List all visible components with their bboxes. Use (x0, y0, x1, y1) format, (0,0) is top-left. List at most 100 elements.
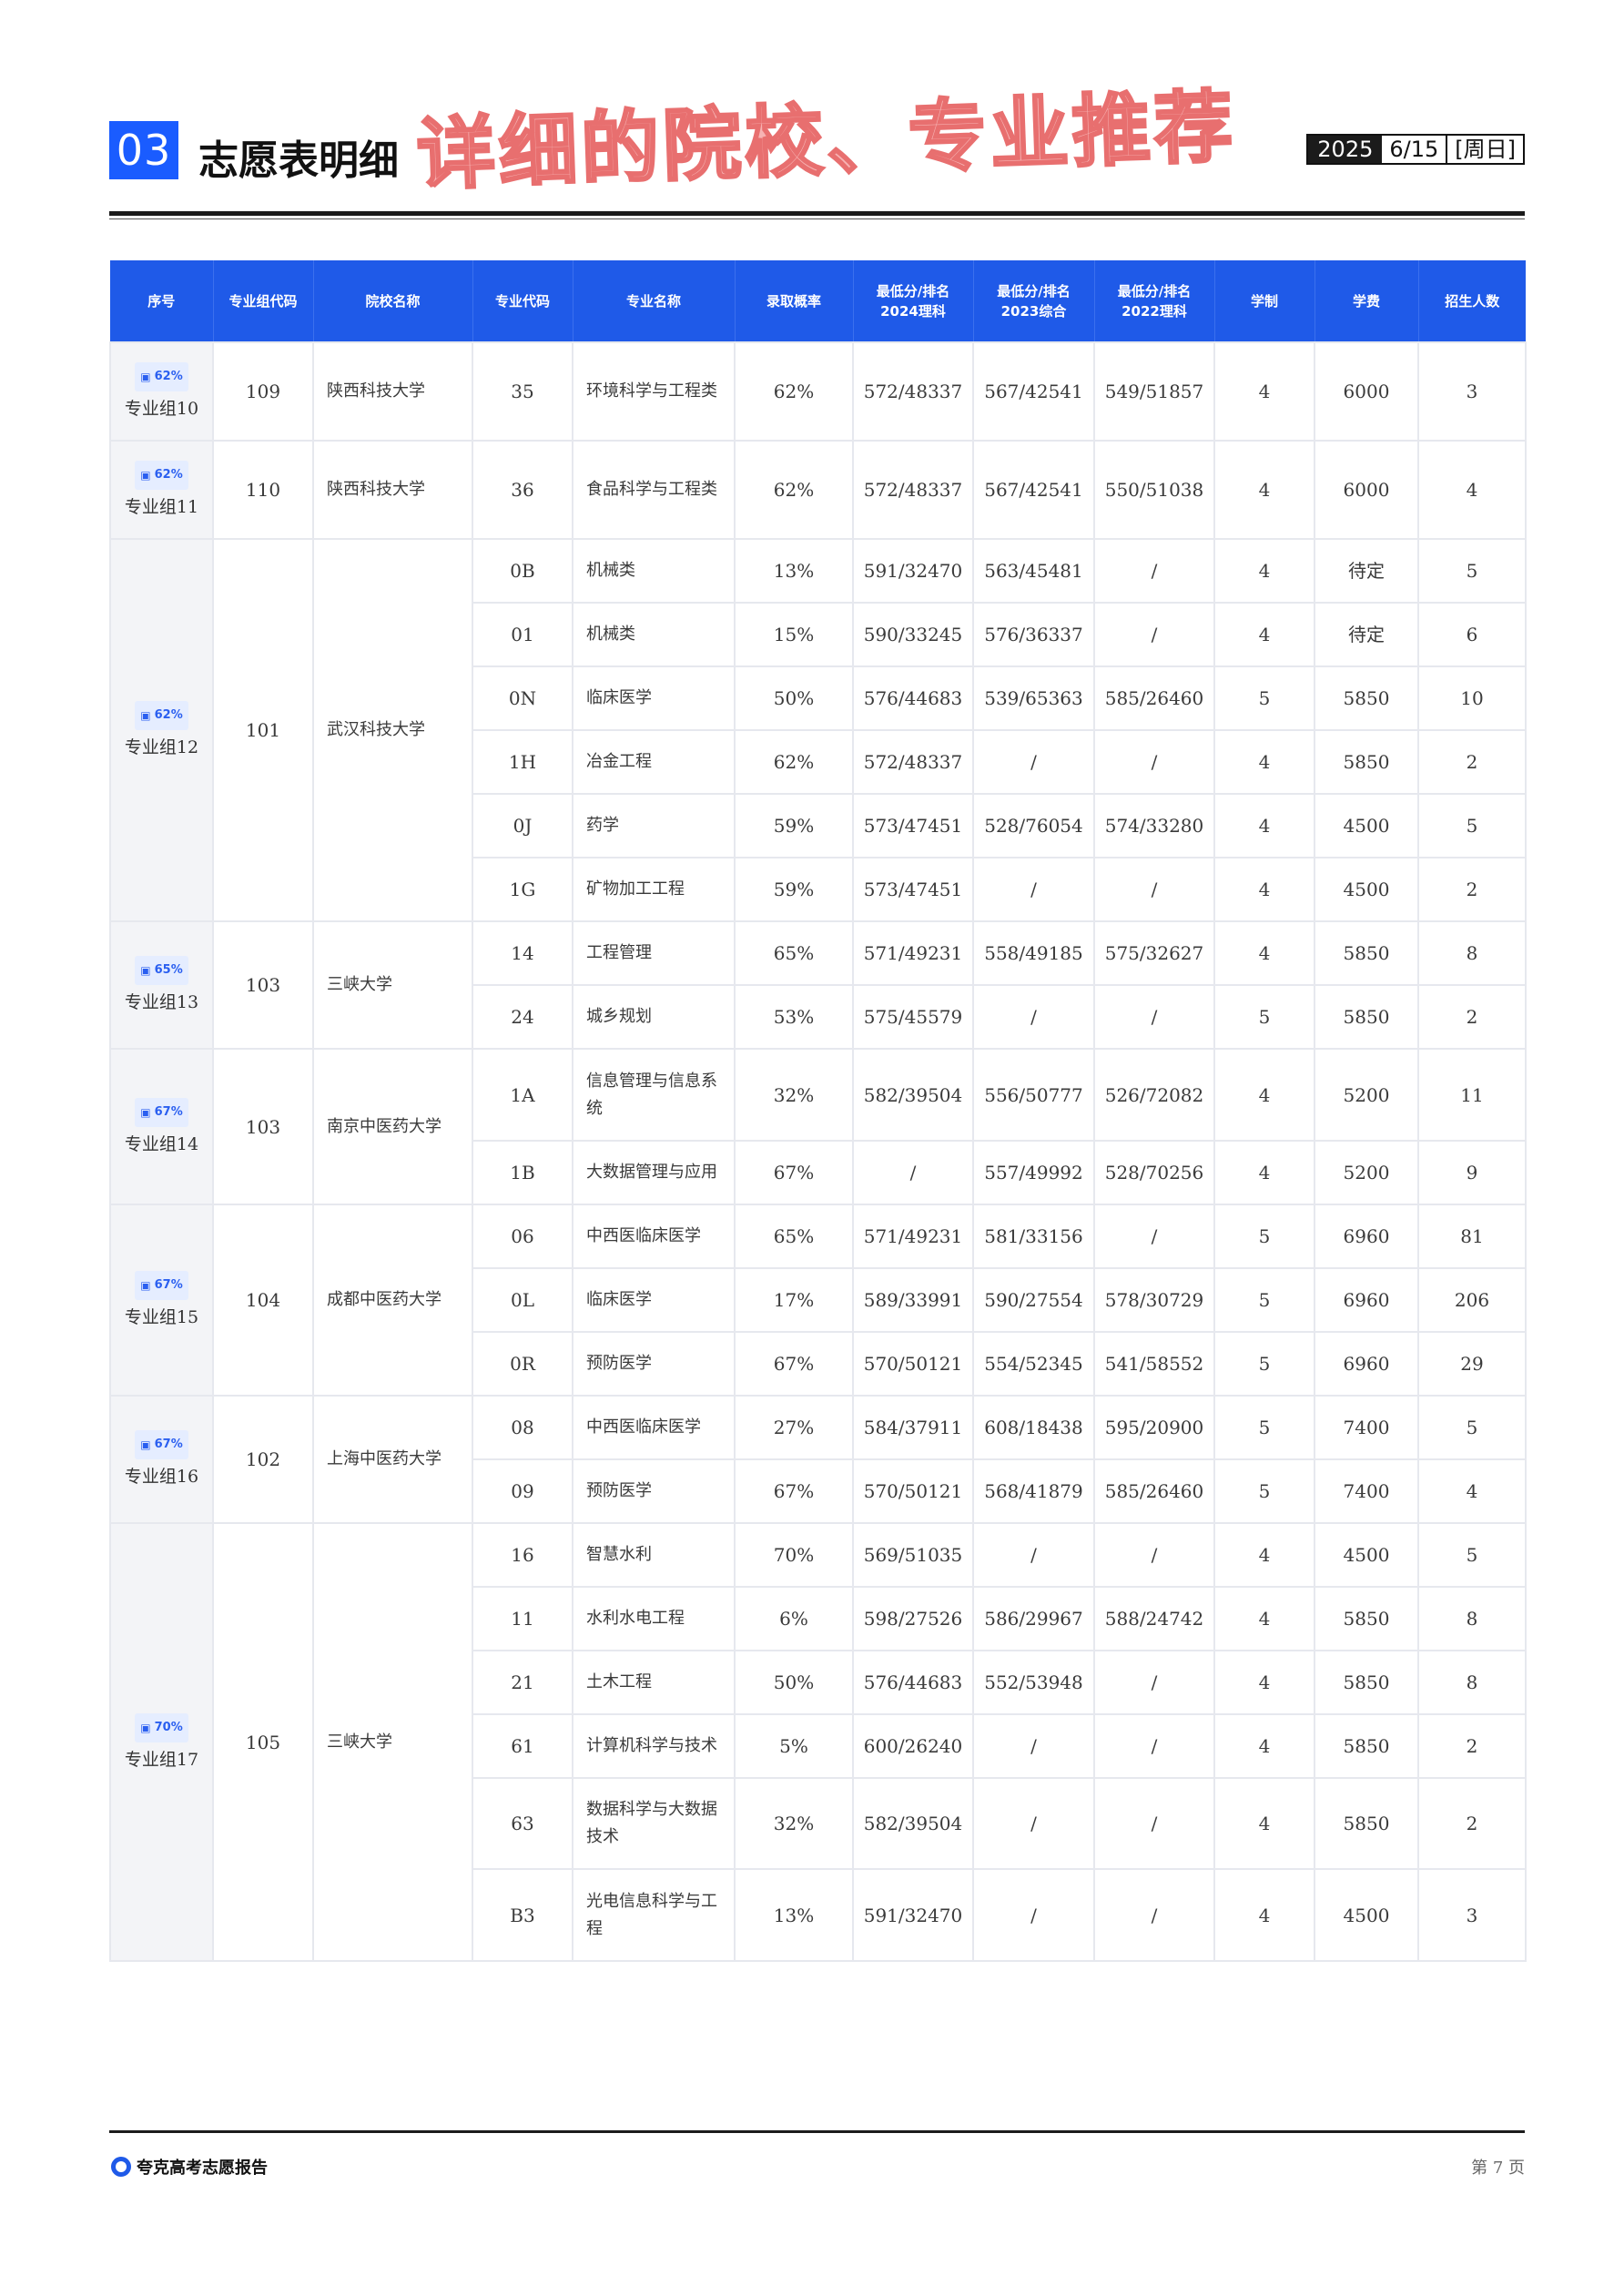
enrollment-cell: 11 (1417, 1048, 1527, 1142)
section-number: 03 (109, 121, 178, 179)
badge-text: 67% (154, 1104, 183, 1119)
major-name-cell: 土木工程 (572, 1650, 736, 1715)
group-label: 专业组17 (124, 1749, 199, 1770)
major-name-cell: 药学 (572, 793, 736, 858)
major-name-cell: 临床医学 (572, 1267, 736, 1333)
probability-cell: 67% (734, 1331, 854, 1397)
tuition-cell: 5850 (1314, 1586, 1419, 1651)
tuition-cell: 7400 (1314, 1458, 1419, 1524)
duration-cell: 4 (1213, 602, 1315, 667)
enrollment-cell: 5 (1417, 1395, 1527, 1460)
table-row: ▣ 70% 专业组17 105 三峡大学 16 智慧水利 70% 569/51035//4 450… (109, 1522, 1527, 1962)
score-2022-cell: / (1093, 538, 1215, 604)
major-code-cell: 0R (472, 1331, 573, 1397)
enrollment-cell: 2 (1417, 1777, 1527, 1870)
probability-cell: 32% (734, 1048, 854, 1142)
probability-badge: ▣ 67% (135, 1097, 188, 1127)
duration-cell: 4 (1213, 857, 1315, 922)
major-code-cell: 1A (472, 1048, 573, 1142)
badge-icon: ▣ (140, 469, 151, 482)
overlay-title: 详细的院校、专业推荐 (414, 80, 1239, 202)
major-name-cell: 中西医临床医学 (572, 1204, 736, 1269)
probability-cell: 59% (734, 793, 854, 858)
probability-cell: 62% (734, 341, 854, 442)
header-divider (109, 211, 1525, 216)
major-name-cell: 大数据管理与应用 (572, 1140, 736, 1205)
duration-cell: 4 (1213, 1140, 1315, 1205)
probability-cell: 67% (734, 1140, 854, 1205)
major-code-cell: 24 (472, 984, 573, 1050)
major-name-cell: 城乡规划 (572, 984, 736, 1050)
col-header-duration: 学制 (1214, 260, 1315, 342)
score-2024-cell: 591/32470 (852, 1868, 974, 1962)
score-2023-cell: / (972, 984, 1095, 1050)
probability-cell: 59% (734, 857, 854, 922)
score-2022-cell: / (1093, 729, 1215, 795)
school-name-cell: 陕西科技大学 (312, 440, 473, 540)
col-header-major-code: 专业代码 (472, 260, 573, 342)
school-name-cell: 南京中医药大学 (312, 1048, 473, 1205)
badge-text: 62% (154, 468, 183, 482)
table-row: ▣ 62% 专业组11 110 陕西科技大学 36 食品科学与工程类 62% 572/48337… (109, 440, 1527, 540)
score-2022-cell: / (1093, 1777, 1215, 1870)
score-2024-cell: 571/49231 (852, 1204, 974, 1269)
major-code-cell: 0L (472, 1267, 573, 1333)
duration-cell: 5 (1213, 1267, 1315, 1333)
tuition-cell: 待定 (1314, 538, 1419, 604)
score-2024-cell: 571/49231 (852, 920, 974, 986)
major-name-cell: 机械类 (572, 538, 736, 604)
col-header-school: 院校名称 (313, 260, 473, 342)
major-code-cell: 1B (472, 1140, 573, 1205)
col-header-score-2022: 最低分/排名 2022理科 (1094, 260, 1215, 342)
score-2022-cell: / (1093, 1522, 1215, 1588)
score-2023-cell: 552/53948 (972, 1650, 1095, 1715)
score-2024-cell: 591/32470 (852, 538, 974, 604)
score-2022-cell: 526/72082 (1093, 1048, 1215, 1142)
duration-cell: 4 (1213, 920, 1315, 986)
score-2022-cell: / (1093, 1650, 1215, 1715)
badge-icon: ▣ (140, 964, 151, 977)
probability-cell: 62% (734, 440, 854, 540)
date-box: 2025 6/15 [周日] (1306, 134, 1525, 165)
duration-cell: 4 (1213, 793, 1315, 858)
probability-badge: ▣ 62% (135, 362, 188, 391)
score-2024-cell: 600/26240 (852, 1713, 974, 1779)
group-cell: ▣ 67% 专业组15 (109, 1204, 214, 1397)
probability-cell: 65% (734, 1204, 854, 1269)
probability-cell: 27% (734, 1395, 854, 1460)
duration-cell: 5 (1213, 1331, 1315, 1397)
duration-cell: 4 (1213, 1522, 1315, 1588)
enrollment-cell: 206 (1417, 1267, 1527, 1333)
quark-logo-icon (111, 2157, 131, 2177)
probability-cell: 13% (734, 1868, 854, 1962)
section-title: 志愿表明细 (198, 137, 399, 184)
probability-cell: 50% (734, 1650, 854, 1715)
major-name-cell: 预防医学 (572, 1458, 736, 1524)
enrollment-cell: 2 (1417, 1713, 1527, 1779)
group-cell: ▣ 67% 专业组16 (109, 1395, 214, 1524)
score-2024-cell: / (852, 1140, 974, 1205)
tuition-cell: 5850 (1314, 665, 1419, 731)
enrollment-cell: 4 (1417, 1458, 1527, 1524)
footer-divider (109, 2130, 1525, 2133)
badge-icon: ▣ (140, 371, 151, 383)
probability-cell: 17% (734, 1267, 854, 1333)
score-2024-cell: 572/48337 (852, 729, 974, 795)
score-2022-cell: / (1093, 1868, 1215, 1962)
group-cell: ▣ 62% 专业组12 (109, 538, 214, 922)
enrollment-cell: 8 (1417, 920, 1527, 986)
enrollment-cell: 10 (1417, 665, 1527, 731)
major-name-cell: 机械类 (572, 602, 736, 667)
date-weekday: [周日] (1455, 137, 1516, 162)
tuition-cell: 7400 (1314, 1395, 1419, 1460)
col-header-enrollment: 招生人数 (1418, 260, 1526, 342)
major-name-cell: 计算机科学与技术 (572, 1713, 736, 1779)
major-code-cell: 06 (472, 1204, 573, 1269)
probability-cell: 6% (734, 1586, 854, 1651)
score-2023-cell: 568/41879 (972, 1458, 1095, 1524)
score-2023-cell: 581/33156 (972, 1204, 1095, 1269)
table-header-row: 序号 专业组代码 院校名称 专业代码 专业名称 录取概率 最低分/排名 2024… (110, 260, 1526, 342)
group-label: 专业组15 (124, 1307, 199, 1327)
score-2022-cell: 574/33280 (1093, 793, 1215, 858)
score-2024-cell: 576/44683 (852, 1650, 974, 1715)
